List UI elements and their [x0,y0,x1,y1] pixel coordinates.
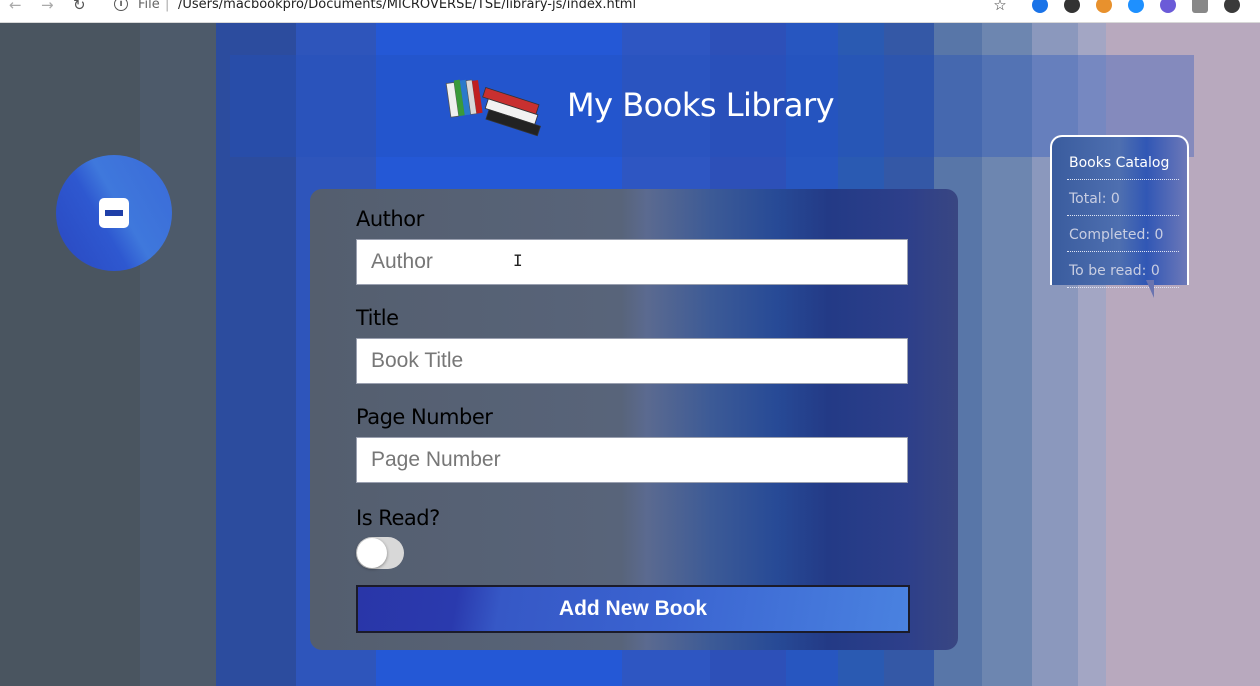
url-separator: | [165,0,170,12]
file-label: File [138,0,160,12]
title-input[interactable] [356,338,908,384]
page-number-label: Page Number [356,405,493,429]
toggle-form-button[interactable] [56,155,172,271]
catalog-to-be-read-row: To be read: 0 [1067,253,1179,288]
books-stack-icon [445,79,541,137]
catalog-heading: Books Catalog [1069,155,1170,171]
back-arrow-icon[interactable]: ← [9,0,22,14]
catalog-total: Total: 0 [1069,191,1120,207]
toggle-knob [357,538,387,568]
bookmark-star-icon[interactable]: ☆ [992,0,1008,13]
add-new-book-button[interactable]: Add New Book [356,585,910,633]
books-catalog: Books Catalog Total: 0 Completed: 0 To b… [1050,135,1189,288]
extensions-puzzle-icon[interactable] [1192,0,1208,13]
catalog-total-row: Total: 0 [1067,181,1179,216]
minus-icon [99,198,129,228]
extension-orange-icon[interactable] [1096,0,1112,13]
is-read-toggle[interactable] [356,537,404,569]
catalog-heading-row: Books Catalog [1067,145,1179,180]
text-cursor-icon: I [513,251,523,270]
catalog-completed: Completed: 0 [1069,227,1164,243]
extension-k-icon[interactable] [1032,0,1048,13]
page-number-input[interactable] [356,437,908,483]
reload-icon[interactable]: ↻ [73,0,86,14]
author-input[interactable] [356,239,908,285]
catalog-completed-row: Completed: 0 [1067,217,1179,252]
add-book-form: Author Title Page Number Is Read? Add Ne… [310,189,958,650]
info-icon[interactable]: i [114,0,128,11]
catalog-to-be-read: To be read: 0 [1069,263,1160,279]
extension-mascot-icon[interactable] [1064,0,1080,13]
address-bar-url[interactable]: /Users/macbookpro/Documents/MICROVERSE/T… [178,0,636,12]
page-title: My Books Library [567,86,835,124]
author-label: Author [356,207,424,231]
profile-avatar[interactable] [1224,0,1240,13]
title-label: Title [356,306,399,330]
browser-toolbar: ← → ↻ i File | /Users/macbookpro/Documen… [0,0,1260,23]
forward-arrow-icon[interactable]: → [41,0,54,14]
extension-hash-icon[interactable] [1128,0,1144,13]
extension-gear-icon[interactable] [1160,0,1176,13]
is-read-label: Is Read? [356,506,440,530]
